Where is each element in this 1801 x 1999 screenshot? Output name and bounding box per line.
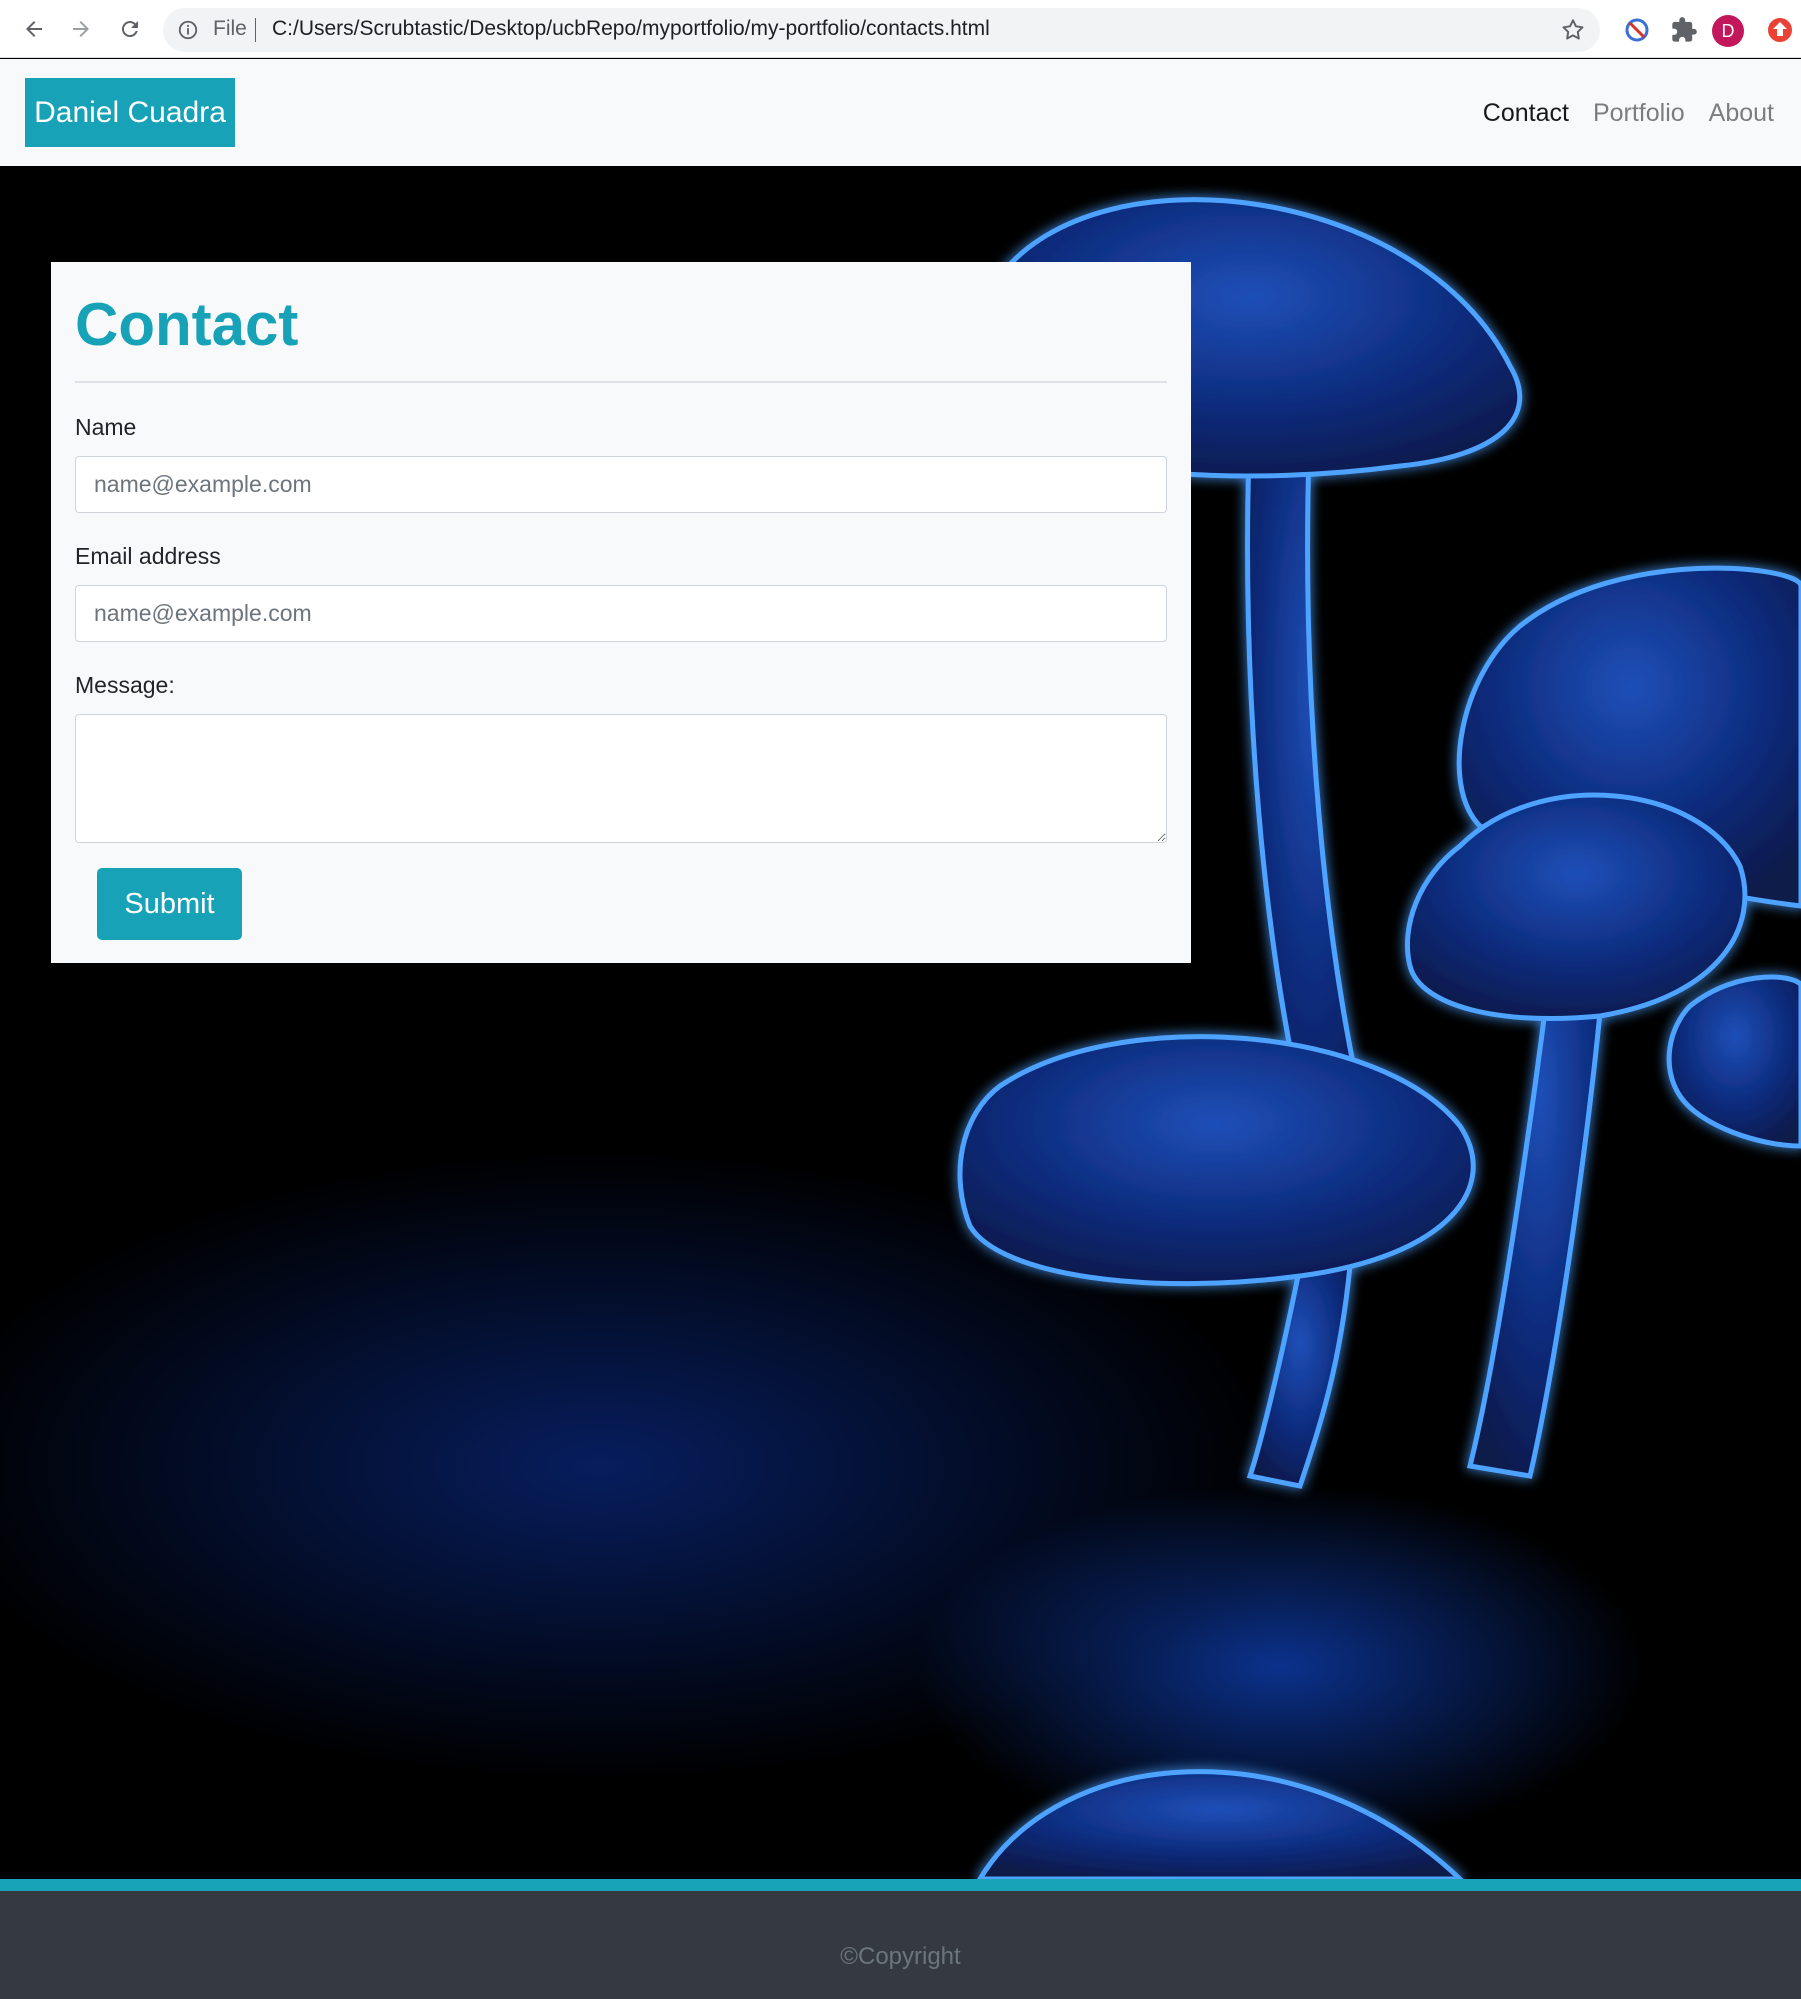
email-label: Email address <box>75 543 221 569</box>
address-bar[interactable]: File C:/Users/Scrubtastic/Desktop/ucbRep… <box>163 8 1600 52</box>
extensions-button[interactable] <box>1669 15 1699 45</box>
browser-toolbar: File C:/Users/Scrubtastic/Desktop/ucbRep… <box>0 0 1801 58</box>
puzzle-icon <box>1672 17 1697 42</box>
message-textarea[interactable] <box>75 714 1167 843</box>
profile-avatar[interactable]: D <box>1712 15 1744 47</box>
reload-button[interactable] <box>114 13 146 45</box>
back-arrow-icon <box>26 21 42 37</box>
info-icon[interactable] <box>177 19 199 41</box>
url-separator <box>255 18 256 42</box>
name-input[interactable] <box>75 456 1167 513</box>
forward-button[interactable] <box>65 13 97 45</box>
submit-button[interactable]: Submit <box>97 868 242 940</box>
page-title: Contact <box>75 291 299 358</box>
url-scheme-label: File <box>213 17 247 40</box>
site-footer: ©Copyright <box>0 1879 1801 1999</box>
name-label: Name <box>75 414 137 440</box>
nav-links: Contact Portfolio About <box>1483 99 1774 128</box>
title-divider <box>75 381 1167 383</box>
nav-link-about[interactable]: About <box>1709 99 1774 128</box>
bookmark-star-icon[interactable] <box>1560 17 1586 43</box>
update-arrow-icon <box>1768 18 1792 42</box>
url-text[interactable]: C:/Users/Scrubtastic/Desktop/ucbRepo/myp… <box>272 17 990 41</box>
nav-link-portfolio[interactable]: Portfolio <box>1593 99 1685 128</box>
copyright-text: ©Copyright <box>840 1943 961 1970</box>
contact-card: Contact Name Email address Message: Subm… <box>51 262 1191 963</box>
reload-icon <box>121 21 138 38</box>
update-button[interactable] <box>1765 15 1795 45</box>
message-label: Message: <box>75 672 175 698</box>
blocker-icon <box>1625 18 1649 42</box>
forward-arrow-icon <box>73 21 89 37</box>
extension-blocker-button[interactable] <box>1622 15 1652 45</box>
site-navbar: Daniel Cuadra Contact Portfolio About <box>0 59 1801 166</box>
back-button[interactable] <box>18 13 50 45</box>
nav-link-contact[interactable]: Contact <box>1483 99 1569 128</box>
brand-logo[interactable]: Daniel Cuadra <box>25 78 235 147</box>
email-input[interactable] <box>75 585 1167 642</box>
